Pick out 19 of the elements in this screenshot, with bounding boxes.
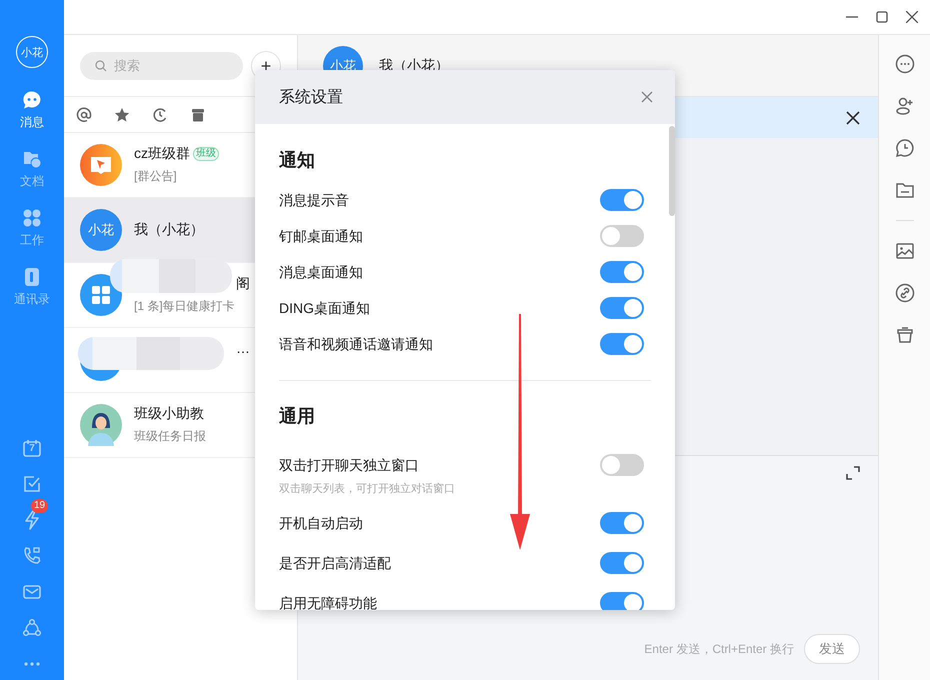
dialog-title: 系统设置	[279, 88, 343, 108]
conversation-name: 我（小花）	[134, 221, 204, 239]
conversation-name: 阁	[235, 275, 250, 293]
message-preview: 班级任务日报	[134, 428, 206, 445]
user-avatar: 小花	[80, 209, 122, 251]
count-badge: 19	[31, 499, 48, 513]
setting-label: 是否开启高清适配	[279, 554, 391, 573]
setting-label: 启用无障碍功能	[279, 594, 377, 610]
conversation-name: …	[235, 340, 250, 356]
group-tag: 班级	[193, 147, 219, 161]
conversation-name: 班级小助教	[134, 405, 204, 423]
setting-description: 双击聊天列表，可打开独立对话窗口	[279, 482, 455, 496]
setting-label: 开机自动启动	[279, 514, 363, 533]
message-preview: [群公告]	[134, 168, 178, 185]
conversation-name: cz班级群	[134, 145, 190, 163]
shortcut-hint: Enter 发送，Ctrl+Enter 换行	[644, 640, 794, 658]
calendar-day: 7	[22, 443, 42, 454]
setting-label: 双击打开聊天独立窗口	[279, 456, 420, 475]
message-preview: [1 条]每日健康打卡	[134, 298, 236, 315]
